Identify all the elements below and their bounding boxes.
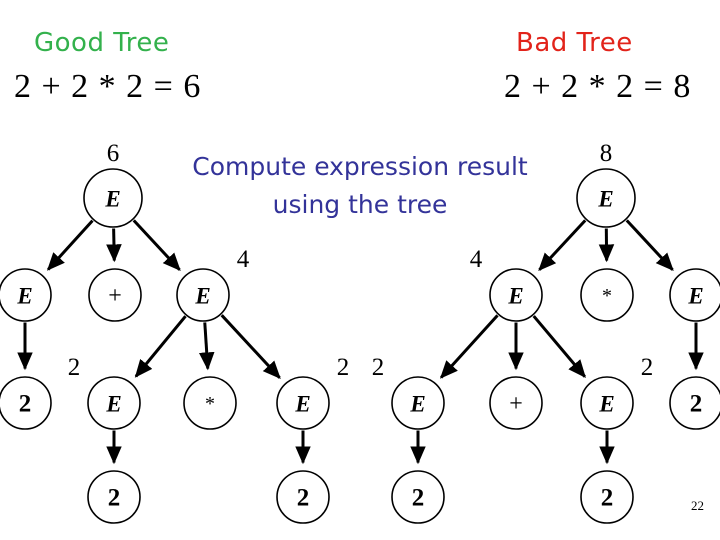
node-label: E — [507, 284, 523, 309]
tree-node-star: * — [580, 268, 634, 322]
tree-node-2: 2 — [391, 470, 445, 524]
tree-edge — [532, 315, 586, 378]
tree-node-2: 2 — [580, 470, 634, 524]
tree-node-E: E2 — [372, 354, 445, 430]
node-value-annotation: 4 — [470, 246, 483, 273]
bad-tree-diagram: E8E4*E2E2+E2222 — [372, 140, 720, 524]
node-label: E — [409, 392, 425, 417]
tree-node-plus: + — [489, 376, 543, 430]
node-label: 2 — [690, 391, 703, 418]
tree-edges — [410, 219, 704, 465]
caption-line-1: Compute expression result — [192, 152, 528, 181]
tree-edge — [625, 219, 674, 272]
caption-line-2: using the tree — [272, 190, 448, 219]
node-label: E — [597, 187, 613, 212]
slide-canvas: Good Tree Bad Tree 2 + 2 * 2 = 6 2 + 2 *… — [0, 0, 720, 540]
caption-overlay: Compute expression result using the tree — [160, 148, 560, 224]
tree-edge — [439, 314, 499, 379]
node-label: E — [687, 284, 703, 309]
node-label: * — [602, 285, 612, 307]
tree-edge — [538, 219, 587, 272]
tree-node-E: E2 — [580, 354, 654, 430]
node-label: 2 — [601, 485, 614, 512]
node-label: 2 — [412, 485, 425, 512]
node-value-annotation: 2 — [372, 354, 385, 381]
tree-node-E: E4 — [470, 246, 543, 322]
node-value-annotation: 2 — [641, 354, 654, 381]
page-number: 22 — [691, 498, 704, 513]
node-label: E — [598, 392, 614, 417]
node-label: + — [509, 391, 523, 417]
tree-node-2: 2 — [669, 376, 720, 430]
tree-node-E: E8 — [576, 140, 636, 228]
tree-node-E: E2 — [669, 268, 720, 322]
node-value-annotation: 8 — [600, 140, 613, 167]
